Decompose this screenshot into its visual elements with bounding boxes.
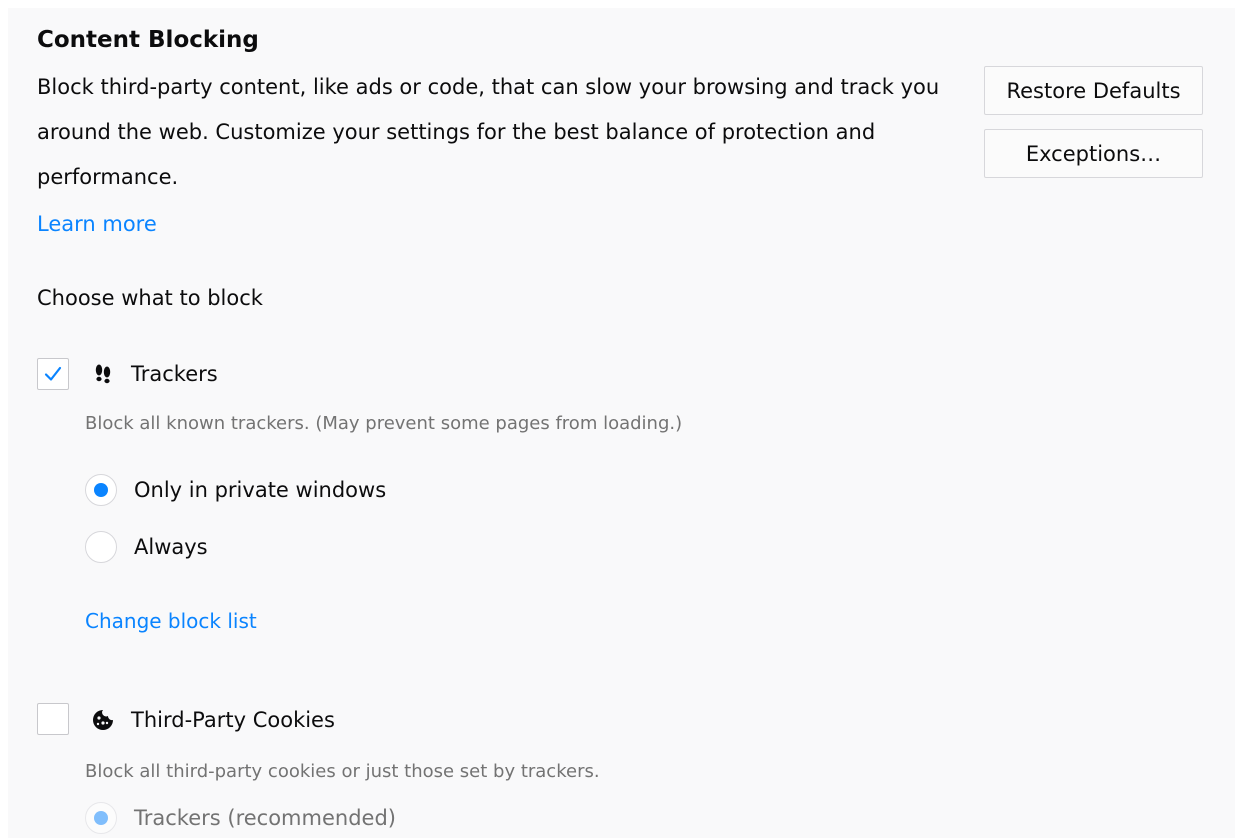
trackers-label[interactable]: Trackers [131,358,218,390]
third-party-cookies-checkbox[interactable] [37,703,69,735]
content-blocking-panel: Content Blocking Block third-party conte… [8,8,1235,838]
trackers-description: Block all known trackers. (May prevent s… [85,413,683,434]
third-party-cookies-label[interactable]: Third-Party Cookies [131,704,335,736]
exceptions-button[interactable]: Exceptions… [984,129,1203,178]
radio-trackers-recommended[interactable] [85,802,117,834]
checkmark-icon [44,366,62,381]
cookie-icon [90,707,116,733]
always-label[interactable]: Always [134,531,208,563]
footprints-icon [90,361,116,387]
learn-more-link[interactable]: Learn more [37,208,157,240]
radio-only-private-windows[interactable] [85,474,117,506]
third-party-cookies-description: Block all third-party cookies or just th… [85,761,600,782]
trackers-checkbox[interactable] [37,358,69,390]
trackers-recommended-label[interactable]: Trackers (recommended) [134,802,396,834]
section-title: Content Blocking [37,27,259,53]
radio-selected-dot [94,811,108,825]
choose-what-to-block-label: Choose what to block [37,286,263,310]
radio-selected-dot [94,483,108,497]
restore-defaults-button[interactable]: Restore Defaults [984,66,1203,115]
radio-always[interactable] [85,531,117,563]
section-description: Block third-party content, like ads or c… [37,75,940,189]
only-private-windows-label[interactable]: Only in private windows [134,474,386,506]
change-block-list-link[interactable]: Change block list [85,606,257,636]
